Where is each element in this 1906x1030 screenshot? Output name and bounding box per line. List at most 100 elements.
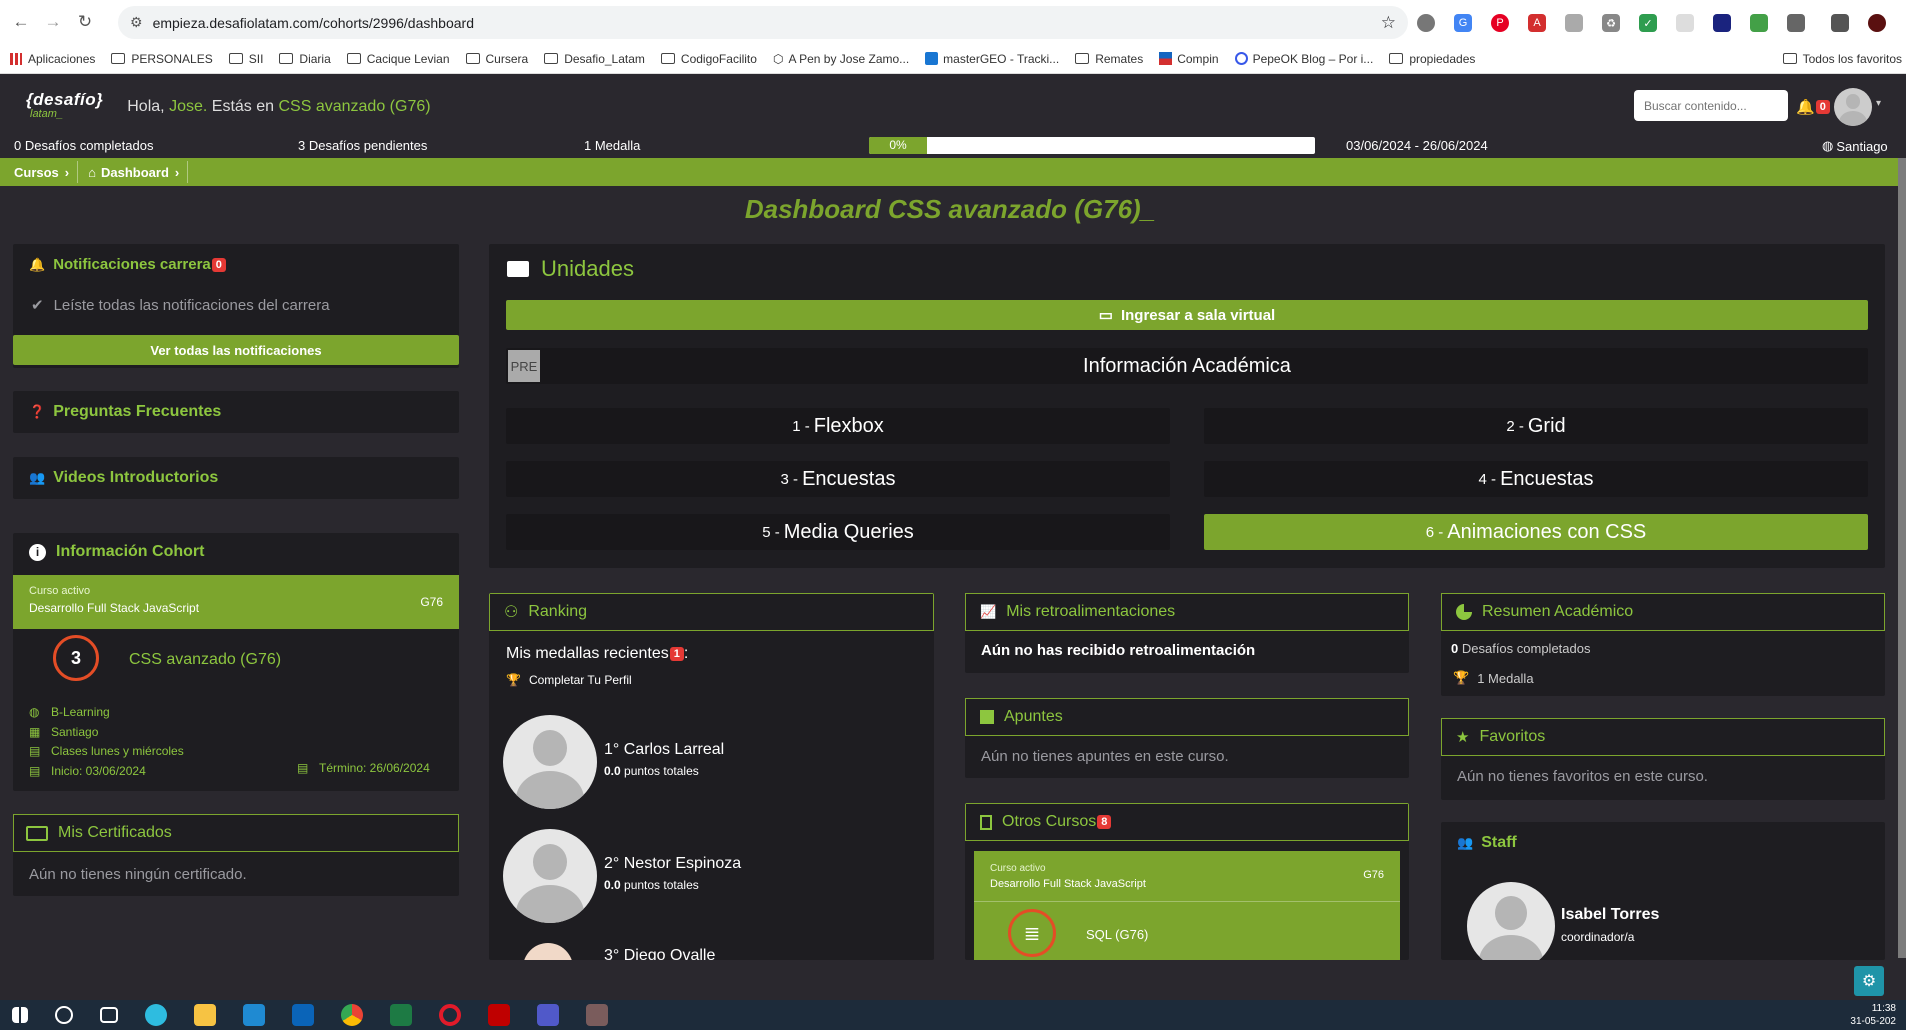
shield-icon[interactable]: ✓ [1639,14,1657,32]
windows-start-icon[interactable] [12,1007,28,1023]
user-avatar[interactable] [1834,88,1872,126]
bookmark-folder[interactable]: Remates [1075,52,1143,66]
opera-icon[interactable] [439,1004,461,1026]
app-icon[interactable] [586,1004,608,1026]
ranking-entry-3[interactable]: 3° Diego Ovalle [604,947,715,960]
academic-info-row[interactable]: PRE Información Académica [506,348,1868,384]
extension-icon[interactable] [1565,14,1583,32]
task-view-icon[interactable] [100,1007,118,1023]
search-icon[interactable] [55,1006,73,1024]
apps-grid-icon [10,52,22,65]
teams-icon[interactable] [537,1004,559,1026]
edge-icon[interactable] [145,1004,167,1026]
recent-medals: Mis medallas recientes 1: [506,645,689,662]
pinterest-icon[interactable]: P [1491,14,1509,32]
bookmark-folder[interactable]: PERSONALES [111,52,213,66]
breadcrumb-dashboard[interactable]: ⌂ Dashboard › [80,161,189,183]
videos-link[interactable]: 👥 Videos Introductorios [13,457,459,499]
medal-item[interactable]: 🏆 Completar Tu Perfil [506,673,632,687]
folder-icon [346,53,361,64]
course-name[interactable]: CSS avanzado (G76) [129,651,281,669]
bookmark-folder[interactable]: SII [228,52,263,66]
bookmark-folder[interactable]: CodigoFacilito [660,52,757,66]
folder-icon [544,53,559,64]
academic-summary-panel: Resumen Académico 0 Desafíos completados… [1441,593,1885,696]
challenges-pending: 3 Desafíos pendientes [298,138,428,153]
reload-icon[interactable]: ↻ [74,11,96,33]
vscode-icon[interactable] [243,1004,265,1026]
virtual-room-button[interactable]: ▭ Ingresar a sala virtual [506,300,1868,330]
bookmark-folder[interactable]: propiedades [1389,52,1475,66]
settings-fab[interactable]: ⚙ [1854,966,1884,996]
bookmark-pepeok[interactable]: PepeOK Blog – Por i... [1234,52,1373,66]
bookmark-apps[interactable]: Aplicaciones [10,52,95,66]
extension-icon[interactable] [1750,14,1768,32]
extension-icon[interactable] [1676,14,1694,32]
search-input[interactable] [1634,90,1788,121]
logo[interactable]: {desafío} latam_ [26,91,103,121]
profile-avatar[interactable] [1868,14,1886,32]
ranking-entry-2[interactable]: 2° Nestor Espinoza 0.0 puntos totales [604,855,741,892]
other-course-card[interactable]: Curso activo Desarrollo Full Stack JavaS… [974,851,1400,960]
view-all-notifications-button[interactable]: Ver todas las notificaciones [13,335,459,365]
pre-badge: PRE [508,350,540,382]
faq-link[interactable]: ❓ Preguntas Frecuentes [13,391,459,433]
chrome-icon[interactable] [341,1004,363,1026]
bookmark-mastergeo[interactable]: masterGEO - Tracki... [925,52,1059,66]
file-explorer-icon[interactable] [194,1004,216,1026]
site-settings-icon[interactable]: ⚙ [130,14,143,31]
bookmark-folder[interactable]: Diaria [279,52,331,66]
notifications-bell[interactable]: 🔔 0 [1796,98,1830,116]
bookmark-folder[interactable]: Cursera [465,52,528,66]
cohort-dates: 03/06/2024 - 26/06/2024 [1346,138,1488,153]
folder-icon [228,53,243,64]
pdf-icon[interactable]: A [1528,14,1546,32]
bookmark-compin[interactable]: Compin [1159,52,1219,66]
calendar-check-icon: ▤ [297,761,309,775]
breadcrumb-cursos[interactable]: Cursos › [6,161,79,183]
trophy-icon: 🏆 [506,673,521,687]
favorites-panel: ★ Favoritos Aún no tienes favoritos en e… [1441,718,1885,800]
chart-line-icon: 📈 [980,604,997,619]
filezilla-icon[interactable] [488,1004,510,1026]
url-text: empieza.desafiolatam.com/cohorts/2996/da… [152,14,474,31]
extensions-area: G P A ♻ ✓ ⋮ [1398,13,1906,33]
bookmark-folder[interactable]: Cacique Levian [346,52,450,66]
system-clock[interactable]: 11:38 31-05-202 [1850,1002,1896,1028]
bookmark-folder[interactable]: Desafio_Latam [544,52,645,66]
puzzle-icon[interactable] [1787,14,1805,32]
unit-3[interactable]: 3 - Encuestas [506,461,1170,497]
recycle-icon[interactable]: ♻ [1602,14,1620,32]
all-favorites[interactable]: Todos los favoritos [1782,52,1902,66]
staff-name[interactable]: Isabel Torres [1561,906,1659,924]
extension-icon[interactable] [1417,14,1435,32]
unit-2[interactable]: 2 - Grid [1204,408,1868,444]
unit-4[interactable]: 4 - Encuestas [1204,461,1868,497]
excel-icon[interactable] [390,1004,412,1026]
extension-icon[interactable] [1713,14,1731,32]
page-bottom-bar [0,960,1906,1000]
certificates-panel: Mis Certificados Aún no tienes ningún ce… [13,814,459,896]
css3-icon: 3 [53,635,99,681]
ranking-entry-1[interactable]: 1° Carlos Larreal 0.0 puntos totales [604,741,724,778]
page-scrollbar[interactable] [1898,158,1906,958]
unit-1[interactable]: 1 - Flexbox [506,408,1170,444]
unit-5[interactable]: 5 - Media Queries [506,514,1170,550]
bookmark-codepen[interactable]: ⬡ A Pen by Jose Zamo... [773,52,909,66]
menu-icon[interactable]: ⋮ [1900,13,1906,33]
challenges-completed: 0 Desafíos completados [14,138,154,153]
folder-icon [111,53,126,64]
address-bar[interactable]: ⚙ empieza.desafiolatam.com/cohorts/2996/… [118,6,1408,39]
reading-list-icon[interactable] [1831,14,1849,32]
unit-6[interactable]: 6 - Animaciones con CSS [1204,514,1868,550]
chevron-down-icon[interactable]: ▾ [1876,98,1881,109]
outlook-icon[interactable] [292,1004,314,1026]
translate-icon[interactable]: G [1454,14,1472,32]
active-course-card[interactable]: Curso activo Desarrollo Full Stack JavaS… [13,575,459,629]
forward-icon[interactable]: → [42,11,64,33]
bookmark-star-icon[interactable]: ☆ [1381,13,1396,33]
back-icon[interactable]: ← [10,11,32,33]
notifications-panel: 🔔 Notificaciones carrera 0 ✔ Leíste toda… [13,244,459,368]
calendar-icon: ▤ [29,763,41,778]
other-courses-panel: Otros Cursos 8 Curso activo Desarrollo Fu… [965,803,1409,960]
